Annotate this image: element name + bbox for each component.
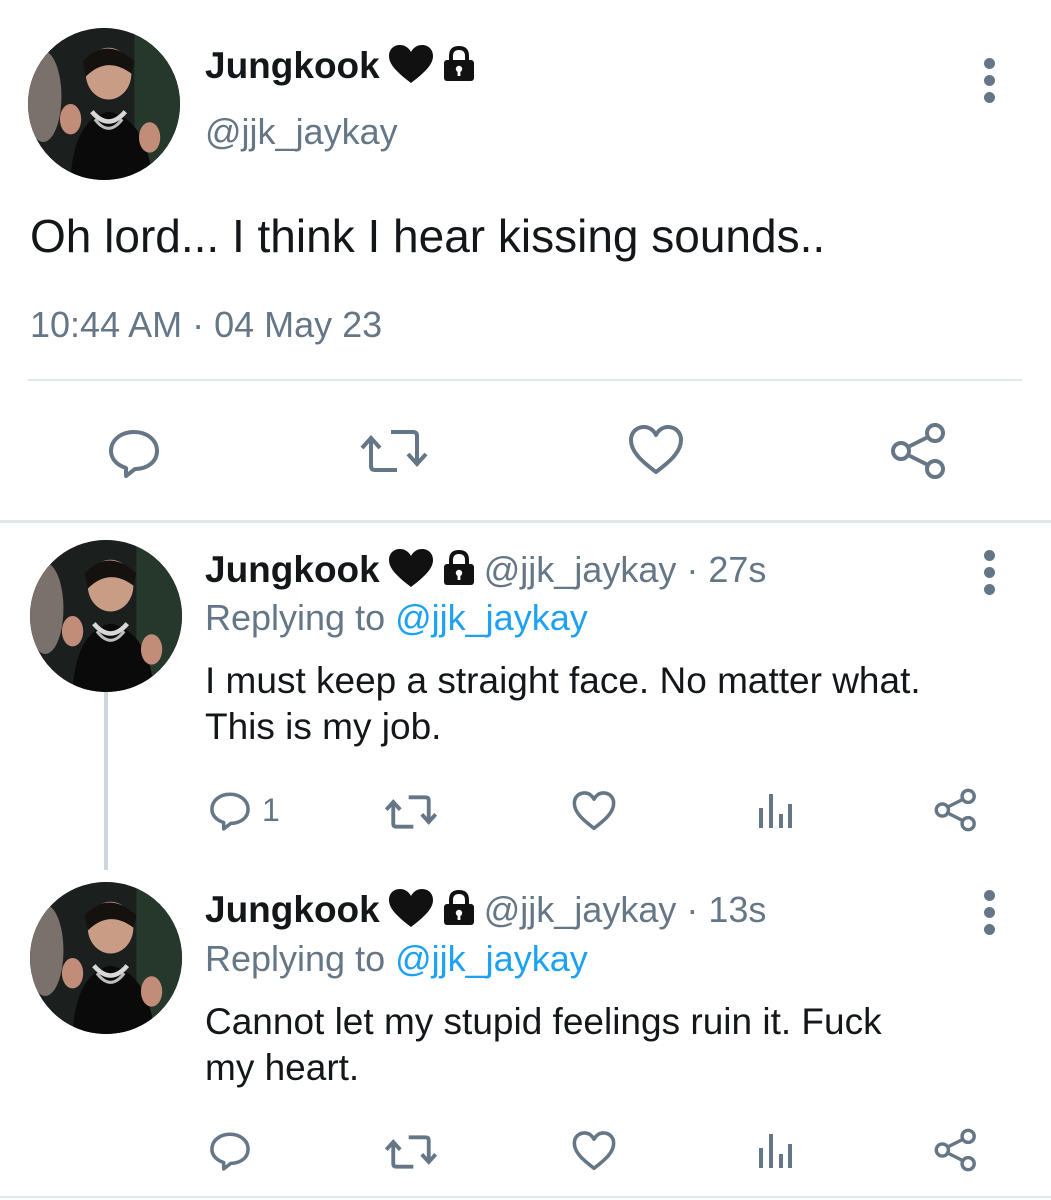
lock-icon <box>442 889 476 931</box>
handle[interactable]: @jjk_jaykay <box>205 110 398 154</box>
replying-to: Replying to @jjk_jaykay <box>205 936 588 982</box>
reply-icon[interactable] <box>106 424 162 480</box>
analytics-icon[interactable] <box>757 1132 793 1170</box>
black-heart-icon <box>388 548 434 593</box>
tweet-text: Oh lord... I think I hear kissing sounds… <box>30 210 826 262</box>
retweet-icon[interactable] <box>384 1132 438 1172</box>
replying-to-handle[interactable]: @jjk_jaykay <box>395 597 588 638</box>
avatar[interactable] <box>30 882 182 1034</box>
reply-text-line: I must keep a straight face. No matter w… <box>205 660 921 701</box>
lock-icon <box>442 45 476 87</box>
replying-to-label: Replying to <box>205 938 396 979</box>
display-name[interactable]: Jungkook <box>205 45 380 87</box>
reply-text: Cannot let my stupid feelings ruin it. F… <box>205 999 882 1091</box>
replying-to: Replying to @jjk_jaykay <box>205 595 588 641</box>
divider <box>28 379 1022 381</box>
lock-icon <box>442 549 476 591</box>
section-divider <box>0 520 1051 523</box>
reply-header[interactable]: Jungkook @jjk_jaykay · 27s <box>205 546 766 594</box>
share-icon[interactable] <box>890 422 948 480</box>
like-icon[interactable] <box>628 424 684 476</box>
retweet-icon[interactable] <box>359 426 429 476</box>
thread-line <box>104 692 108 870</box>
bottom-divider <box>0 1196 1051 1198</box>
timestamp[interactable]: 10:44 AM · 04 May 23 <box>30 302 382 348</box>
reply-text-line: This is my job. <box>205 706 442 747</box>
more-vertical-icon[interactable] <box>982 550 996 595</box>
share-icon[interactable] <box>934 788 978 832</box>
reply-icon[interactable] <box>208 1128 252 1172</box>
black-heart-icon <box>388 44 434 89</box>
avatar[interactable] <box>28 28 180 180</box>
handle-time[interactable]: @jjk_jaykay · 13s <box>484 889 767 931</box>
like-icon[interactable] <box>572 790 616 832</box>
replying-to-label: Replying to <box>205 597 396 638</box>
reply-icon <box>208 788 252 832</box>
display-name[interactable]: Jungkook <box>205 889 380 931</box>
replying-to-handle[interactable]: @jjk_jaykay <box>395 938 588 979</box>
like-icon[interactable] <box>572 1130 616 1172</box>
reply-text: I must keep a straight face. No matter w… <box>205 658 921 750</box>
reply-text-line: Cannot let my stupid feelings ruin it. F… <box>205 1001 882 1042</box>
analytics-icon[interactable] <box>757 792 793 830</box>
handle-time[interactable]: @jjk_jaykay · 27s <box>484 549 767 591</box>
reply-button[interactable]: 1 <box>208 788 280 832</box>
retweet-icon[interactable] <box>384 792 438 832</box>
more-vertical-icon[interactable] <box>982 58 996 103</box>
more-vertical-icon[interactable] <box>982 890 996 935</box>
reply-header[interactable]: Jungkook @jjk_jaykay · 13s <box>205 886 766 934</box>
reply-text-line: my heart. <box>205 1047 360 1088</box>
black-heart-icon <box>388 888 434 933</box>
author-name-row[interactable]: Jungkook <box>205 42 476 90</box>
display-name[interactable]: Jungkook <box>205 549 380 591</box>
share-icon[interactable] <box>934 1128 978 1172</box>
reply-count: 1 <box>262 791 280 828</box>
avatar[interactable] <box>30 540 182 692</box>
